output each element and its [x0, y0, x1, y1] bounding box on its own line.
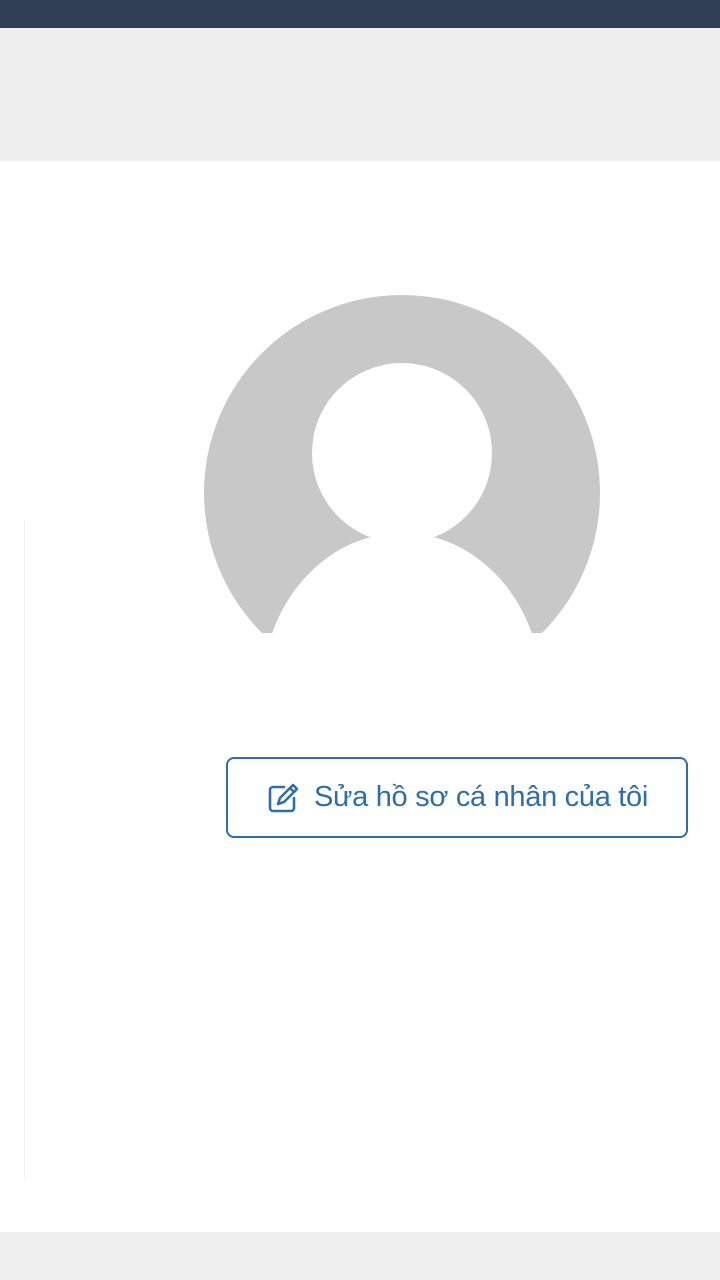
- avatar: [202, 293, 602, 693]
- profile-page: Sửa hồ sơ cá nhân của tôi: [0, 0, 720, 1280]
- edit-icon: [266, 781, 300, 815]
- footer-band: [0, 1232, 720, 1280]
- content-divider: [24, 520, 25, 1180]
- edit-profile-button[interactable]: Sửa hồ sơ cá nhân của tôi: [226, 757, 688, 838]
- header-band: [0, 28, 720, 161]
- edit-profile-label: Sửa hồ sơ cá nhân của tôi: [313, 781, 649, 813]
- default-user-avatar-icon: [204, 295, 600, 691]
- top-bar: [0, 0, 720, 28]
